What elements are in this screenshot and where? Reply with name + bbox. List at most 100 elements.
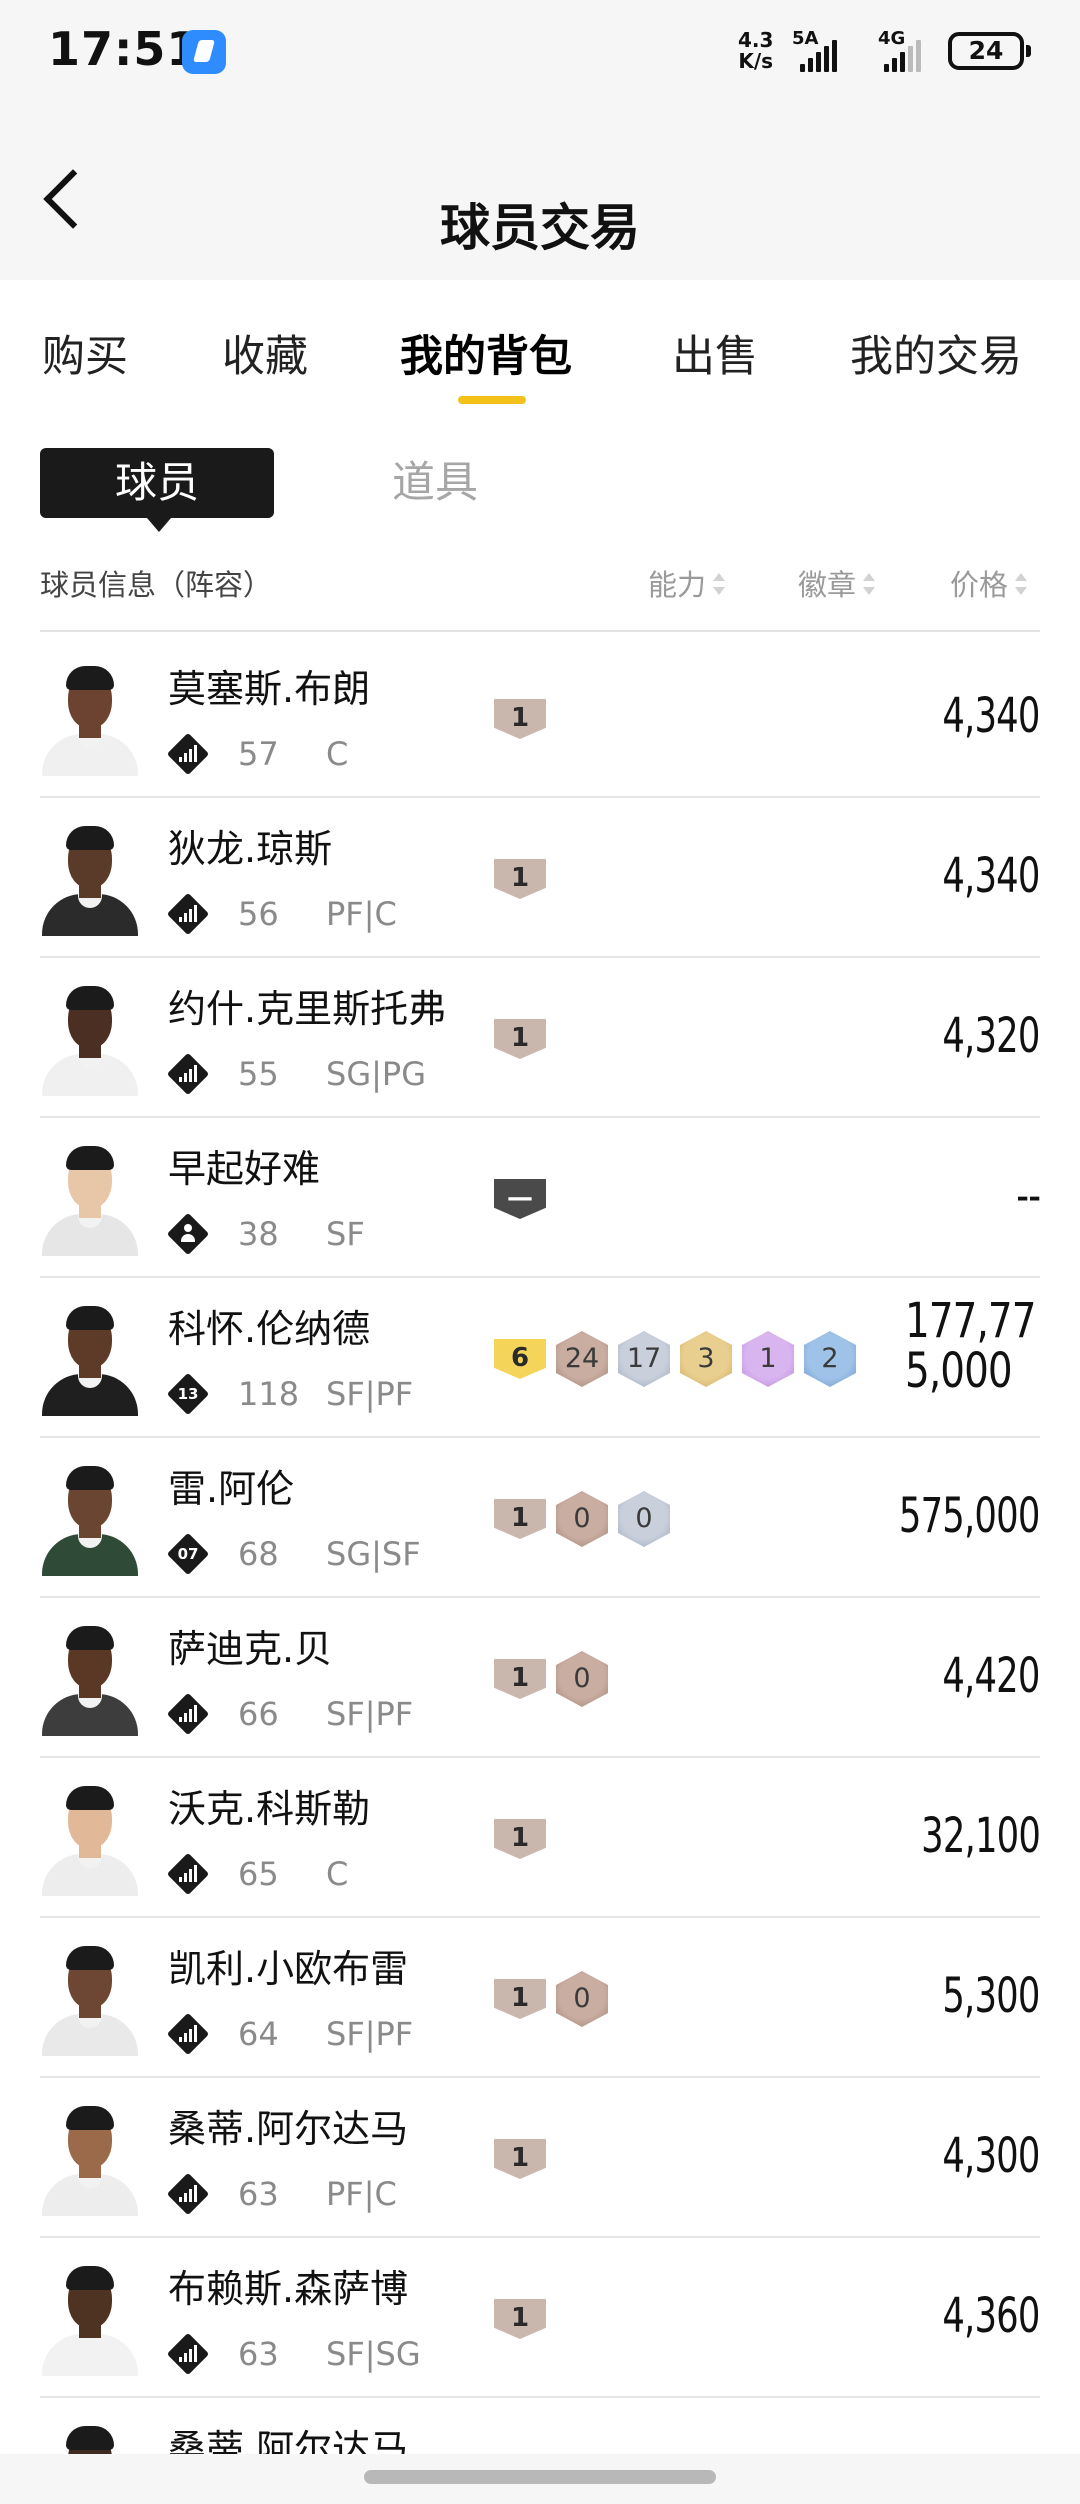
player-avatar — [40, 2418, 140, 2454]
bars-icon — [166, 2332, 210, 2376]
sort-icon — [1014, 573, 1028, 595]
player-name: 布赖斯.森萨博 — [168, 2267, 409, 2311]
player-position: SF — [326, 1215, 365, 1253]
bars-icon — [166, 732, 210, 776]
sort-icon — [862, 573, 876, 595]
page-title: 球员交易 — [440, 199, 640, 257]
player-price: 4,360 — [942, 2288, 1041, 2344]
signal-2-icon — [884, 36, 921, 72]
player-row[interactable]: 约什.克里斯托弗 55 SG|PG 1 4,320 — [40, 958, 1041, 1118]
player-row[interactable]: 布赖斯.森萨博 63 SF|SG 1 4,360 — [40, 2238, 1041, 2398]
column-price[interactable]: 价格 — [950, 562, 1028, 604]
player-position: C — [326, 735, 349, 773]
player-row[interactable]: 桑蒂.阿尔达马 — [40, 2398, 1040, 2454]
column-ability[interactable]: 能力 — [648, 562, 726, 604]
jersey-number-icon: 13 — [166, 1372, 210, 1416]
player-name: 狄龙.琼斯 — [168, 827, 333, 871]
level-badge: 1 — [494, 1659, 546, 1699]
badge-group: 6 24 17 3 1 2 — [494, 1331, 856, 1387]
player-row[interactable]: 沃克.科斯勒 65 C 1 32,100 — [40, 1758, 1041, 1918]
player-price: 575,000 — [899, 1488, 1040, 1544]
level-badge: — — [494, 1179, 546, 1219]
player-price: 4,300 — [942, 2128, 1041, 2184]
subtab-players[interactable]: 球员 — [40, 448, 274, 532]
badge-group: 1 — [494, 2293, 546, 2345]
player-avatar — [40, 1618, 140, 1736]
player-price: 177,775,000 — [905, 1293, 1036, 1399]
bars-icon — [166, 892, 210, 936]
player-rating: 55 — [238, 1055, 279, 1093]
player-price: 4,320 — [942, 1008, 1041, 1064]
player-row[interactable]: 狄龙.琼斯 56 PF|C 1 4,340 — [40, 798, 1041, 958]
player-price: 4,340 — [942, 848, 1041, 904]
jersey-number-icon: 07 — [166, 1532, 210, 1576]
network-speed-value: 4.3 — [738, 28, 774, 52]
player-name: 凯利.小欧布雷 — [168, 1947, 409, 1991]
player-avatar — [40, 1458, 140, 1576]
tab-buy[interactable]: 购买 — [42, 322, 128, 384]
player-avatar — [40, 658, 140, 776]
player-row[interactable]: 萨迪克.贝 66 SF|PF 1 0 4,420 — [40, 1598, 1041, 1758]
column-price-label: 价格 — [950, 568, 1009, 602]
player-avatar — [40, 978, 140, 1096]
signal-icon — [800, 36, 837, 72]
badge-bronze-icon: 24 — [556, 1331, 608, 1387]
badge-blue-icon: 2 — [804, 1331, 856, 1387]
badge-purple-icon: 1 — [742, 1331, 794, 1387]
bars-icon — [166, 2172, 210, 2216]
home-indicator[interactable] — [364, 2470, 716, 2484]
player-price: 32,100 — [921, 1808, 1041, 1864]
divider — [40, 630, 1040, 632]
battery-icon: 24 — [948, 32, 1031, 70]
player-row[interactable]: 桑蒂.阿尔达马 63 PF|C 1 4,300 — [40, 2078, 1041, 2238]
badge-group: 1 — [494, 2133, 546, 2185]
level-badge: 1 — [494, 859, 546, 899]
subtab-items[interactable]: 道具 — [392, 448, 478, 518]
player-row[interactable]: 雷.阿伦 07 68 SG|SF 1 0 0 575,000 — [40, 1438, 1041, 1598]
person-icon — [166, 1212, 210, 1256]
badge-group: 1 — [494, 853, 546, 905]
player-avatar — [40, 2098, 140, 2216]
status-bar: 17:51 4.3 K/s 5A 4G 24 — [0, 0, 1080, 110]
tab-sell[interactable]: 出售 — [672, 322, 758, 384]
player-name: 科怀.伦纳德 — [168, 1307, 371, 1351]
player-name: 约什.克里斯托弗 — [168, 987, 447, 1031]
player-rating: 118 — [238, 1375, 300, 1413]
player-rating: 63 — [238, 2335, 279, 2373]
tab-my-backpack[interactable]: 我的背包 — [400, 322, 572, 384]
tab-my-trades[interactable]: 我的交易 — [850, 322, 1022, 384]
player-rating: 57 — [238, 735, 279, 773]
player-rating: 56 — [238, 895, 279, 933]
main-tabs: 购买 收藏 我的背包 出售 我的交易 — [0, 280, 1080, 420]
column-badges[interactable]: 徽章 — [798, 562, 876, 604]
badge-group: 10 — [494, 1651, 608, 1707]
badge-group: 1 — [494, 1813, 546, 1865]
player-avatar — [40, 1298, 140, 1416]
player-position: SF|PF — [326, 1375, 414, 1413]
level-badge: 6 — [494, 1339, 546, 1379]
player-row[interactable]: 科怀.伦纳德 13 118 SF|PF 6 24 17 3 1 2 177,775,000 — [40, 1278, 1040, 1438]
tab-favorites[interactable]: 收藏 — [222, 322, 308, 384]
player-position: PF|C — [326, 2175, 397, 2213]
badge-group: 10 — [494, 1971, 608, 2027]
player-rating: 65 — [238, 1855, 279, 1893]
player-row[interactable]: 早起好难 38 SF — -- — [40, 1118, 1041, 1278]
player-row[interactable]: 凯利.小欧布雷 64 SF|PF 1 0 5,300 — [40, 1918, 1041, 2078]
badge-bronze-icon: 0 — [556, 1651, 608, 1707]
column-header: 球员信息（阵容） 能力 徽章 价格 — [0, 552, 1080, 612]
player-position: SF|PF — [326, 2015, 414, 2053]
player-name: 莫塞斯.布朗 — [168, 667, 371, 711]
player-avatar — [40, 818, 140, 936]
player-row[interactable]: 莫塞斯.布朗 57 C 1 4,340 — [40, 638, 1041, 798]
level-badge: 1 — [494, 1019, 546, 1059]
badge-group: 1 — [494, 693, 546, 745]
player-price: -- — [1016, 1168, 1041, 1224]
player-name: 桑蒂.阿尔达马 — [168, 2107, 409, 2151]
player-name: 早起好难 — [168, 1147, 321, 1191]
network-speed-unit: K/s — [738, 49, 774, 73]
column-badges-label: 徽章 — [798, 568, 857, 602]
player-name: 桑蒂.阿尔达马 — [168, 2427, 409, 2454]
player-rating: 68 — [238, 1535, 279, 1573]
bars-icon — [166, 2012, 210, 2056]
player-name: 雷.阿伦 — [168, 1467, 295, 1511]
